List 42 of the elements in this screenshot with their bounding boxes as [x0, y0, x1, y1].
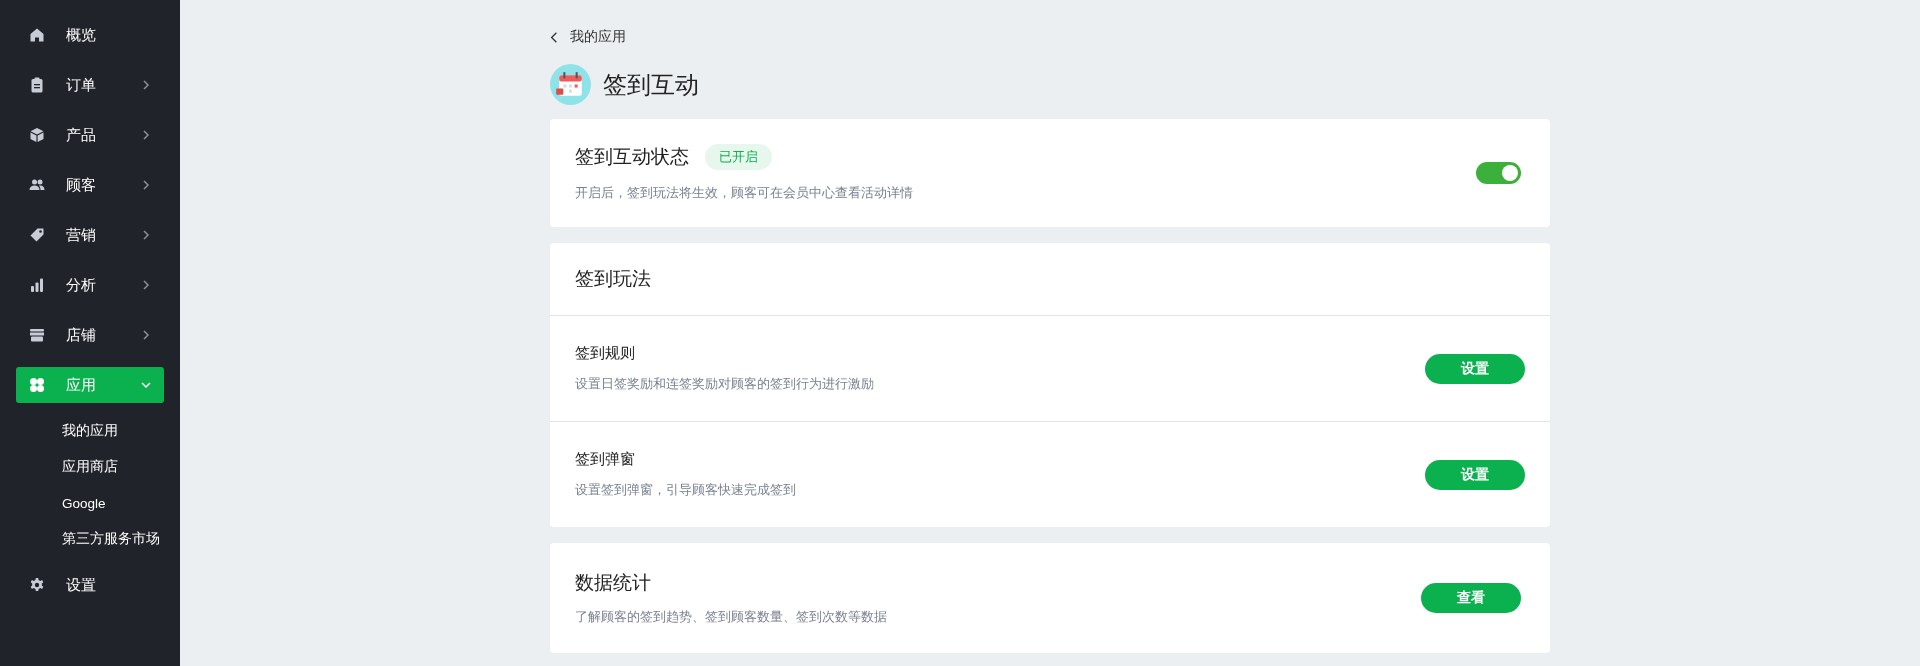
nav-item[interactable]: 营销 — [16, 217, 164, 253]
tag-icon — [29, 227, 45, 243]
row-description: 设置签到弹窗，引导顾客快速完成签到 — [575, 481, 797, 499]
chevron-right-icon — [140, 279, 152, 291]
card-title: 签到互动状态 — [575, 145, 689, 169]
nav-item[interactable]: 订单 — [16, 67, 164, 103]
nav-item[interactable]: 店铺 — [16, 317, 164, 353]
submenu-item[interactable]: 我的应用 — [0, 413, 180, 449]
settings-icon — [29, 577, 45, 593]
nav-item[interactable]: 概览 — [16, 17, 164, 53]
box-icon — [29, 127, 45, 143]
chevron-down-icon — [140, 379, 152, 391]
submenu-item[interactable]: 第三方服务市场 — [0, 521, 180, 557]
row-title: 签到弹窗 — [575, 450, 636, 469]
submenu-item[interactable]: Google — [0, 485, 180, 521]
home-icon — [29, 27, 45, 43]
back-link[interactable]: 我的应用 — [550, 28, 626, 46]
card-description: 了解顾客的签到趋势、签到顾客数量、签到次数等数据 — [575, 608, 888, 626]
nav-item[interactable]: 产品 — [16, 117, 164, 153]
nav-item[interactable]: 顾客 — [16, 167, 164, 203]
nav-item[interactable]: 设置 — [16, 567, 164, 603]
row-title: 签到规则 — [575, 344, 636, 363]
people-icon — [29, 177, 45, 193]
chevron-right-icon — [140, 129, 152, 141]
bar-chart-icon — [29, 277, 45, 293]
card-title: 数据统计 — [575, 571, 652, 595]
card-title: 签到玩法 — [575, 267, 651, 291]
row-description: 设置日签奖励和连签奖励对顾客的签到行为进行激励 — [575, 375, 875, 393]
chevron-right-icon — [140, 229, 152, 241]
chevron-right-icon — [140, 179, 152, 191]
nav-item[interactable]: 分析 — [16, 267, 164, 303]
apps-icon — [29, 377, 45, 393]
clipboard-icon — [29, 77, 45, 93]
submenu-item[interactable]: 应用商店 — [0, 449, 180, 485]
toggle-switch[interactable] — [1476, 162, 1521, 184]
status-badge: 已开启 — [705, 144, 772, 170]
store-icon — [29, 327, 45, 343]
calendar-icon — [550, 64, 591, 105]
chevron-right-icon — [140, 79, 152, 91]
chevron-right-icon — [140, 329, 152, 341]
card-description: 开启后，签到玩法将生效，顾客可在会员中心查看活动详情 — [575, 184, 914, 202]
page-title: 签到互动 — [603, 69, 699, 100]
